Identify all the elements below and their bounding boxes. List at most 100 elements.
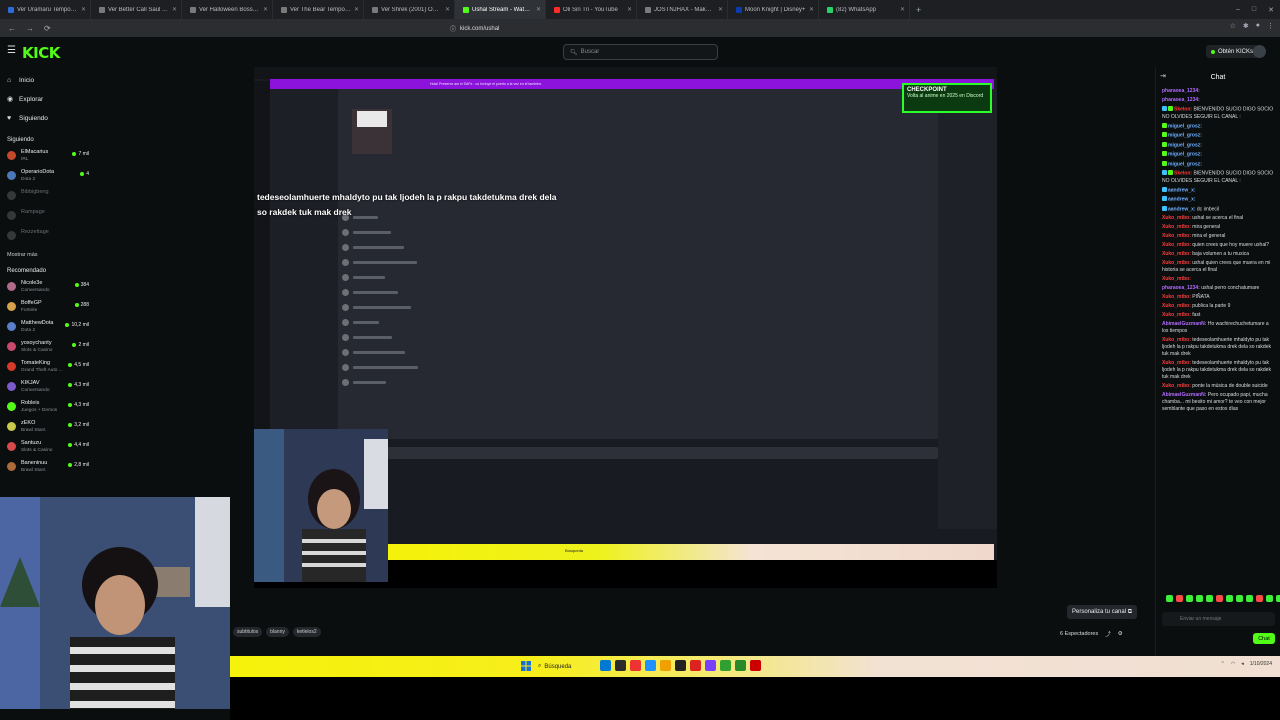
- chat-username[interactable]: Xuko_mtbo:: [1162, 260, 1191, 266]
- chat-username[interactable]: aandrew_x:: [1168, 187, 1196, 193]
- chat-username[interactable]: miguel_grosz:: [1168, 152, 1202, 158]
- settings-icon[interactable]: ⚙: [1118, 631, 1123, 637]
- chat-username[interactable]: aandrew_x:: [1168, 197, 1196, 203]
- chat-emote-bar[interactable]: [1166, 595, 1280, 602]
- close-tab-icon[interactable]: ✕: [536, 6, 541, 13]
- browser-tab[interactable]: Ver The Bear Temporada 3 Episodio ✕: [273, 0, 364, 19]
- sidebar-channel[interactable]: Rampage: [0, 209, 96, 229]
- sidebar-channel[interactable]: Baneninuu Brawl Stars 2,8 mil: [0, 460, 96, 480]
- clock[interactable]: 1/10/2024: [1250, 661, 1272, 667]
- chat-username[interactable]: Xuko_mtbo:: [1162, 215, 1191, 221]
- chat-username[interactable]: miguel_grosz:: [1168, 142, 1202, 148]
- share-icon[interactable]: ⤴: [1105, 630, 1111, 638]
- chat-username[interactable]: Xuko_mtbo:: [1162, 383, 1191, 389]
- chat-username[interactable]: Skelon:: [1174, 107, 1192, 113]
- taskbar-app-icon[interactable]: [750, 660, 761, 671]
- browser-tab[interactable]: Ver Halloween Boss Temporada 2 Episo ✕: [182, 0, 273, 19]
- emote-icon[interactable]: [1216, 595, 1223, 602]
- close-tab-icon[interactable]: ✕: [718, 6, 723, 13]
- taskbar-search[interactable]: ⌕ Búsqueda: [538, 660, 598, 673]
- close-tab-icon[interactable]: ✕: [445, 6, 450, 13]
- sidebar-channel[interactable]: KIKJAV Conversando 4,3 mil: [0, 380, 96, 400]
- chat-username[interactable]: AbimaelGuzmanN:: [1162, 321, 1206, 327]
- emote-icon[interactable]: [1276, 595, 1280, 602]
- chat-username[interactable]: pharaoea_1234:: [1162, 285, 1200, 291]
- stream-tag[interactable]: subtitulos: [233, 627, 263, 637]
- chat-username[interactable]: Xuko_mtbo:: [1162, 276, 1191, 282]
- sidebar-nav-siguiendo[interactable]: ♥ Siguiendo: [0, 109, 96, 128]
- maximize-icon[interactable]: □: [1252, 6, 1256, 13]
- collapse-chat-icon[interactable]: ⇥: [1160, 72, 1166, 80]
- sidebar-channel[interactable]: Rezzettage: [0, 229, 96, 249]
- volume-icon[interactable]: ◂: [1241, 661, 1244, 667]
- emote-icon[interactable]: [1236, 595, 1243, 602]
- browser-tab[interactable]: JOSTNJHAX - Make Your Day ✕: [637, 0, 728, 19]
- sidebar-channel[interactable]: BoffeGP Fortnite 288: [0, 300, 96, 320]
- chat-username[interactable]: Xuko_mtbo:: [1162, 251, 1191, 257]
- close-tab-icon[interactable]: ✕: [263, 6, 268, 13]
- browser-tab[interactable]: Ver Shrek (2001) Online - Peliplus ✕: [364, 0, 455, 19]
- emote-icon[interactable]: [1226, 595, 1233, 602]
- chat-username[interactable]: Xuko_mtbo:: [1162, 224, 1191, 230]
- search-input[interactable]: 🔍︎ Buscar: [563, 44, 718, 60]
- taskbar-app-icon[interactable]: [615, 660, 626, 671]
- stream-tag[interactable]: blanny: [266, 627, 289, 637]
- reload-icon[interactable]: ⟳: [44, 24, 51, 33]
- close-tab-icon[interactable]: ✕: [81, 6, 86, 13]
- chat-username[interactable]: aandrew_x:: [1168, 206, 1196, 212]
- browser-tab[interactable]: Ver Better Call Saul Temporada 4 Ep ✕: [91, 0, 182, 19]
- taskbar-app-icon[interactable]: [705, 660, 716, 671]
- chat-username[interactable]: AbimaelGuzmanN:: [1162, 392, 1206, 398]
- show-more-link[interactable]: Mostrar más: [0, 252, 96, 266]
- close-tab-icon[interactable]: ✕: [900, 6, 905, 13]
- close-tab-icon[interactable]: ✕: [354, 6, 359, 13]
- bookmark-star-icon[interactable]: ☆: [1230, 22, 1236, 30]
- chat-username[interactable]: Xuko_mtbo:: [1162, 242, 1191, 248]
- sidebar-channel[interactable]: zEKO Brawl Stars 3,2 mil: [0, 420, 96, 440]
- sidebar-channel[interactable]: OperarioDota Dota 2 4: [0, 169, 96, 189]
- emote-icon[interactable]: [1256, 595, 1263, 602]
- browser-tab[interactable]: Oli Sin Tri - YouTube ✕: [546, 0, 637, 19]
- sidebar-channel[interactable]: ElMacarius IRL 7 mil: [0, 149, 96, 169]
- emote-icon[interactable]: [1196, 595, 1203, 602]
- chat-username[interactable]: Skelon:: [1174, 171, 1192, 177]
- get-kicks-button[interactable]: Obtén KICKs: [1206, 45, 1259, 58]
- minimize-icon[interactable]: –: [1236, 6, 1240, 13]
- chat-username[interactable]: Xuko_mtbo:: [1162, 312, 1191, 318]
- windows-start-icon[interactable]: [521, 661, 531, 671]
- emote-icon[interactable]: [1246, 595, 1253, 602]
- sidebar-channel[interactable]: Robleis Juegos + Demos 4,3 mil: [0, 400, 96, 420]
- chat-username[interactable]: pharaoea_1234:: [1162, 97, 1200, 103]
- chat-username[interactable]: Xuko_mtbo:: [1162, 337, 1191, 343]
- chat-username[interactable]: miguel_grosz:: [1168, 133, 1202, 139]
- sidebar-channel[interactable]: Nicole3e Conversando 384: [0, 280, 96, 300]
- chat-username[interactable]: Xuko_mtbo:: [1162, 360, 1191, 366]
- extensions-icon[interactable]: ✱: [1243, 22, 1249, 30]
- emote-icon[interactable]: [1186, 595, 1193, 602]
- chat-username[interactable]: pharaoea_1234:: [1162, 88, 1200, 94]
- chat-username[interactable]: miguel_grosz:: [1168, 161, 1202, 167]
- wifi-icon[interactable]: ◠: [1231, 661, 1235, 667]
- back-icon[interactable]: ←: [8, 24, 16, 33]
- user-avatar[interactable]: [1253, 45, 1266, 58]
- profile-icon[interactable]: ●: [1256, 22, 1260, 30]
- browser-tab[interactable]: Moon Knight | Disney+ ✕: [728, 0, 819, 19]
- sidebar-channel[interactable]: yosoychanty Slots & Casino 2 mil: [0, 340, 96, 360]
- sidebar-nav-inicio[interactable]: ⌂ Inicio: [0, 71, 96, 90]
- url-field[interactable]: ⓘ kick.com/ushal: [450, 23, 845, 34]
- site-info-icon[interactable]: ⓘ: [450, 24, 456, 33]
- stream-player[interactable]: Hola! Preserve am el SAFe - co Incluye e…: [254, 67, 997, 588]
- sidebar-channel[interactable]: TomateKing Grand Theft Auto ... 4,5 mil: [0, 360, 96, 380]
- sidebar-channel[interactable]: Bibbigbeng: [0, 189, 96, 209]
- taskbar-app-icon[interactable]: [660, 660, 671, 671]
- emote-icon[interactable]: [1176, 595, 1183, 602]
- emote-icon[interactable]: [1166, 595, 1173, 602]
- kick-logo[interactable]: KICK: [22, 44, 60, 62]
- sidebar-channel[interactable]: MatthewDota Dota 2 10,2 mil: [0, 320, 96, 340]
- chat-username[interactable]: miguel_grosz:: [1168, 123, 1202, 129]
- chat-username[interactable]: Xuko_mtbo:: [1162, 294, 1191, 300]
- stream-tag[interactable]: ketlelos2: [292, 627, 321, 637]
- taskbar-app-icon[interactable]: [645, 660, 656, 671]
- taskbar-app-icon[interactable]: [690, 660, 701, 671]
- taskbar-app-icon[interactable]: [735, 660, 746, 671]
